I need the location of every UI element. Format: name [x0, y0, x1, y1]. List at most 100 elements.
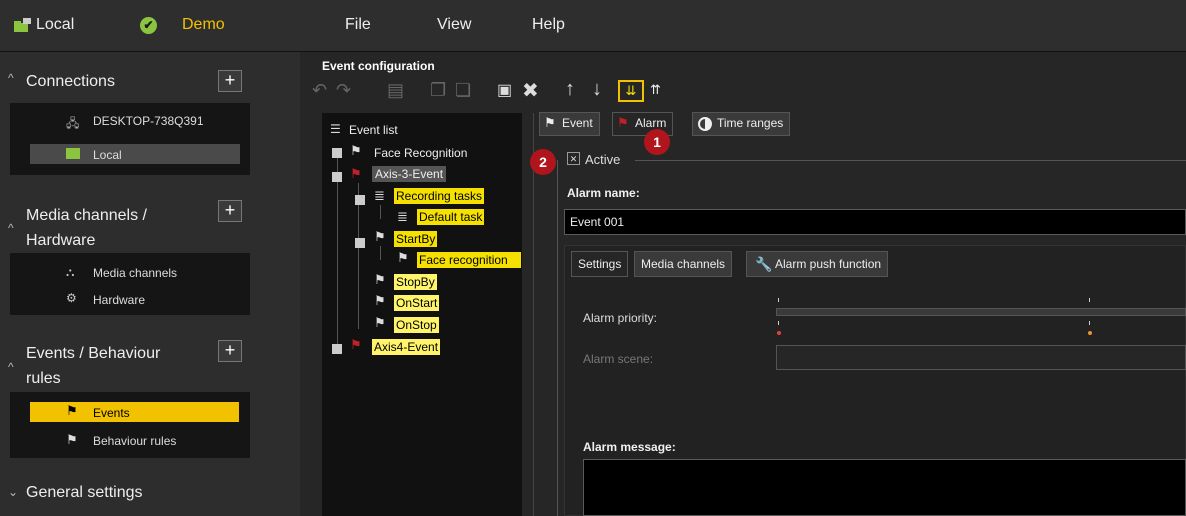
connection-item-desktop[interactable]: DESKTOP-738Q391 [93, 114, 204, 128]
redo-icon[interactable]: ↷ [336, 80, 351, 101]
alarm-flag-icon: ⚑ [350, 166, 362, 181]
add-event-button[interactable]: + [218, 340, 242, 362]
priority-marker-red [777, 331, 781, 335]
flag-icon: ⚑ [66, 432, 78, 447]
move-down-icon[interactable]: ↓ [592, 78, 602, 101]
callout-badge-2: 2 [530, 149, 556, 175]
menu-view[interactable]: View [437, 16, 471, 34]
general-title[interactable]: General settings [26, 484, 143, 502]
tree-node-onstart[interactable]: OnStart [394, 295, 440, 311]
active-group-border [557, 160, 558, 516]
flag-icon: ⚑ [374, 229, 386, 244]
alarm-scene-label: Alarm scene: [583, 352, 654, 366]
detail-divider [533, 113, 534, 516]
flag-icon: ⚑ [397, 250, 409, 265]
sort-asc-icon[interactable]: ⇈ [650, 82, 661, 98]
tree-node-stopby[interactable]: StopBy [394, 274, 437, 290]
connection-item-local[interactable]: Local [93, 148, 122, 162]
connection-item-local-row[interactable] [30, 144, 240, 164]
slider-tick [1089, 321, 1090, 325]
chevron-up-icon[interactable]: ^ [8, 71, 14, 85]
priority-marker-orange [1088, 331, 1092, 335]
undo-icon[interactable]: ↶ [312, 80, 327, 101]
media-item-hardware[interactable]: Hardware [93, 293, 145, 307]
menu-file[interactable]: File [345, 16, 371, 34]
alarm-flag-icon: ⚑ [617, 115, 629, 130]
list-icon: ☰ [330, 122, 341, 136]
flag-icon: ⚑ [66, 403, 78, 418]
chevron-down-icon[interactable]: ⌄ [8, 485, 18, 499]
location-label[interactable]: Local [36, 16, 74, 34]
chevron-up-icon[interactable]: ^ [8, 221, 14, 235]
menu-help[interactable]: Help [532, 16, 565, 34]
alarm-scene-select[interactable] [776, 345, 1186, 370]
active-checkbox[interactable]: ✕ [567, 152, 580, 165]
flag-icon: ⚑ [374, 293, 386, 308]
flag-icon: ⚑ [350, 143, 362, 158]
database-icon: ≣ [374, 188, 385, 203]
tree-node-axis3[interactable]: Axis-3-Event [372, 166, 447, 182]
add-connection-button[interactable]: + [218, 70, 242, 92]
media-item-channels[interactable]: Media channels [93, 266, 177, 280]
expand-icon[interactable] [332, 344, 342, 354]
site-label[interactable]: Demo [182, 16, 225, 34]
events-title[interactable]: Events / Behaviour rules [26, 341, 160, 391]
events-item-behaviour[interactable]: Behaviour rules [93, 434, 176, 448]
chevron-up-icon[interactable]: ^ [8, 360, 14, 374]
tree-node-recording-tasks[interactable]: Recording tasks [394, 188, 485, 204]
computer-icon: 🖧 [66, 116, 80, 130]
save-icon[interactable]: ▤ [387, 80, 404, 101]
paste-icon[interactable]: ❏ [455, 80, 471, 101]
active-label: Active [585, 152, 621, 167]
alarm-message-input[interactable] [583, 459, 1186, 516]
subtab-settings[interactable]: Settings [571, 251, 629, 277]
priority-slider[interactable] [776, 308, 1186, 316]
tree-root[interactable]: Event list [349, 123, 398, 137]
tree-node-face-recognition[interactable]: Face Recognition [374, 146, 467, 160]
slider-tick [778, 321, 779, 325]
collapse-icon[interactable] [355, 195, 365, 205]
tree-node-default-task[interactable]: Default task [417, 209, 485, 225]
clock-icon [698, 117, 712, 131]
slider-tick [1089, 298, 1090, 302]
alarm-message-label: Alarm message: [583, 440, 676, 454]
add-item-icon[interactable]: ▣ [497, 80, 512, 100]
copy-icon[interactable]: ❐ [430, 80, 446, 101]
callout-badge-1: 1 [644, 129, 670, 155]
check-circle-icon: ✔ [140, 17, 157, 34]
sort-desc-icon[interactable]: ⇊ [618, 80, 644, 102]
move-up-icon[interactable]: ↑ [565, 78, 575, 101]
active-group-line [635, 160, 1186, 161]
subtab-alarm-push[interactable]: 🔧 Alarm push function [746, 251, 889, 277]
add-media-button[interactable]: + [218, 200, 242, 222]
media-title[interactable]: Media channels / Hardware [26, 203, 147, 253]
alarm-flag-icon: ⚑ [350, 337, 362, 352]
delete-icon[interactable]: ✖ [522, 78, 539, 103]
top-bar: Local ✔ Demo File View Help [0, 0, 1186, 52]
alarm-priority-label: Alarm priority: [583, 311, 658, 325]
alarm-name-input[interactable]: Event 001 [564, 209, 1186, 235]
tab-event[interactable]: ⚑ Event [539, 112, 600, 136]
flag-icon: ⚑ [374, 315, 386, 330]
folder-network-icon [14, 18, 32, 32]
flag-icon: ⚑ [374, 272, 386, 287]
tree-node-onstop[interactable]: OnStop [394, 317, 439, 333]
events-item-row[interactable] [30, 402, 239, 422]
tree-node-axis4[interactable]: Axis4-Event [372, 339, 441, 355]
wrench-icon: 🔧 [755, 256, 773, 272]
folder-network-icon [66, 148, 80, 159]
collapse-icon[interactable] [355, 238, 365, 248]
database-icon: ≣ [397, 209, 408, 224]
camera-icon: ⛬ [66, 265, 75, 279]
tree-node-startby[interactable]: StartBy [394, 231, 438, 247]
connections-title[interactable]: Connections [26, 73, 115, 91]
events-item-events[interactable]: Events [93, 406, 130, 420]
tree-node-face-recognition-sub[interactable]: Face recognition [417, 252, 521, 268]
flag-icon: ⚑ [544, 115, 556, 130]
slider-tick [778, 298, 779, 302]
expand-icon[interactable] [332, 148, 342, 158]
subtab-media-channels[interactable]: Media channels [634, 251, 733, 277]
chip-icon: ⚙ [66, 291, 77, 305]
tab-time-ranges[interactable]: Time ranges [692, 112, 791, 136]
collapse-icon[interactable] [332, 172, 342, 182]
